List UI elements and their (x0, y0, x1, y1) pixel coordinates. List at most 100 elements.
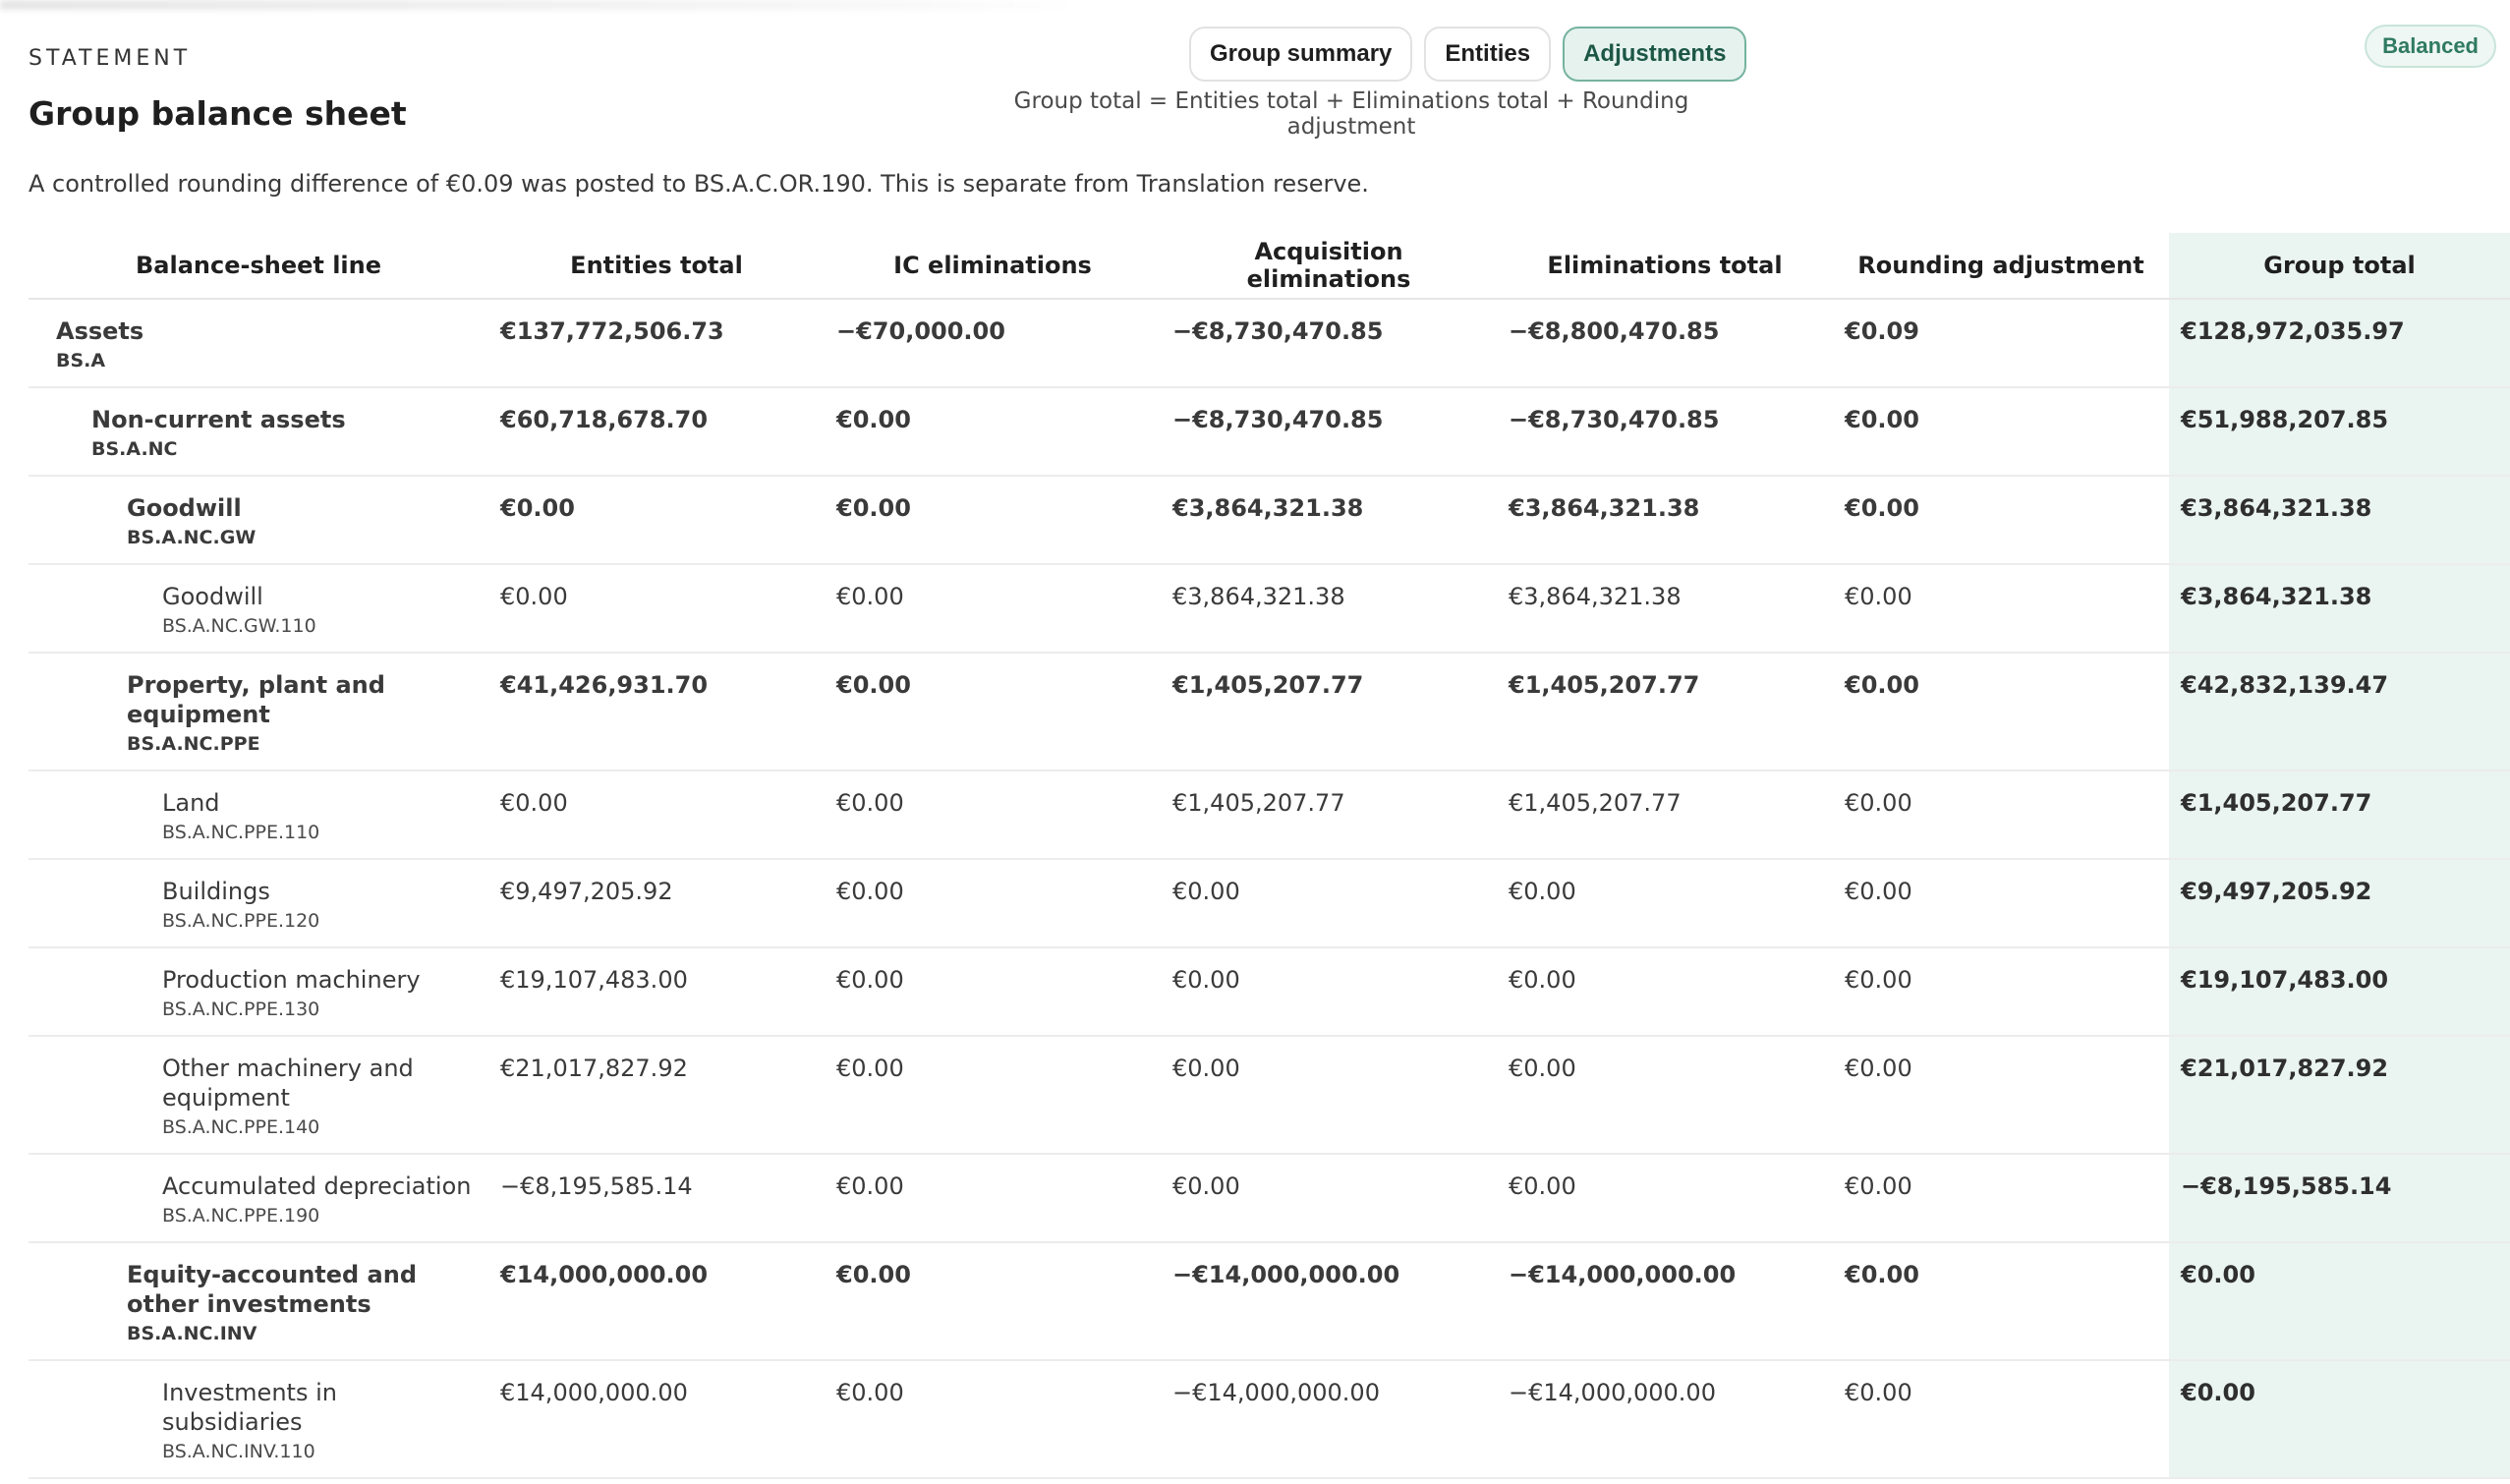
rounding-adjustment-cell: €0.00 (1833, 387, 2169, 477)
acquisition-eliminations-cell: €0.00 (1161, 1154, 1497, 1243)
rounding-note: A controlled rounding difference of €0.0… (29, 170, 1369, 198)
acquisition-eliminations-cell: €3,864,321.38 (1161, 476, 1497, 565)
col-header-ic-eliminations: IC eliminations (825, 233, 1161, 300)
entities-total-cell: €14,000,000.00 (488, 1360, 825, 1479)
rounding-adjustment-cell: €0.00 (1833, 1154, 2169, 1243)
rounding-adjustment-cell: €0.00 (1833, 1036, 2169, 1155)
col-header-rounding-adjustment: Rounding adjustment (1833, 233, 2169, 300)
tab-entities[interactable]: Entities (1424, 27, 1552, 82)
status-badge: Balanced (2365, 25, 2496, 68)
line-name: Goodwill (127, 494, 242, 522)
line-name: Property, plant and equipment (127, 671, 385, 728)
line-name: Buildings (162, 878, 270, 905)
line-label-cell: Land BS.A.NC.PPE.110 (29, 771, 488, 860)
line-label-cell: Goodwill BS.A.NC.GW.110 (29, 564, 488, 654)
entities-total-cell: €41,426,931.70 (488, 653, 825, 771)
eliminations-total-cell: €3,864,321.38 (1497, 476, 1833, 565)
rounding-adjustment-cell: €0.00 (1833, 859, 2169, 948)
eliminations-total-cell: −€8,800,470.85 (1497, 299, 1833, 388)
line-code: BS.A.NC.INV.110 (162, 1441, 315, 1462)
acquisition-eliminations-cell: −€8,730,470.85 (1161, 387, 1497, 477)
line-label-cell: Assets BS.A (29, 299, 488, 388)
group-total-cell: −€8,195,585.14 (2169, 1154, 2510, 1243)
ic-eliminations-cell: −€70,000.00 (825, 299, 1161, 388)
rounding-adjustment-cell: €0.09 (1833, 299, 2169, 388)
line-label-cell: Accumulated depreciation BS.A.NC.PPE.190 (29, 1154, 488, 1243)
table-row: Production machinery BS.A.NC.PPE.130 €19,1… (29, 947, 2510, 1037)
line-name: Goodwill (162, 583, 263, 610)
line-code: BS.A.NC.GW (127, 527, 257, 548)
line-code: BS.A (56, 350, 106, 371)
col-header-acquisition-eliminations: Acquisition eliminations (1161, 233, 1497, 300)
ic-eliminations-cell: €0.00 (825, 771, 1161, 860)
table-row: Other machinery and equipment BS.A.NC.PPE… (29, 1036, 2510, 1155)
table-row: Accumulated depreciation BS.A.NC.PPE.190 −… (29, 1154, 2510, 1243)
eliminations-total-cell: €1,405,207.77 (1497, 771, 1833, 860)
line-label-cell: Investments in subsidiaries BS.A.NC.INV.1… (29, 1360, 488, 1479)
line-label-cell: Buildings BS.A.NC.PPE.120 (29, 859, 488, 948)
line-code: BS.A.NC.GW.110 (162, 615, 316, 637)
group-total-cell: €9,497,205.92 (2169, 859, 2510, 948)
group-total-formula: Group total = Entities total + Eliminati… (1013, 88, 1689, 140)
line-name: Investments in subsidiaries (162, 1379, 337, 1436)
line-name: Other machinery and equipment (162, 1055, 414, 1112)
line-code: BS.A.NC.PPE.190 (162, 1205, 320, 1227)
rounding-adjustment-cell: €0.00 (1833, 653, 2169, 771)
group-total-cell: €21,017,827.92 (2169, 1036, 2510, 1155)
line-code: BS.A.NC.PPE (127, 733, 260, 755)
col-header-eliminations-total: Eliminations total (1497, 233, 1833, 300)
col-header-entities-total: Entities total (488, 233, 825, 300)
acquisition-eliminations-cell: €0.00 (1161, 1036, 1497, 1155)
entities-total-cell: €19,107,483.00 (488, 947, 825, 1037)
line-name: Non-current assets (91, 406, 346, 433)
ic-eliminations-cell: €0.00 (825, 476, 1161, 565)
eliminations-total-cell: €0.00 (1497, 1036, 1833, 1155)
line-name: Equity-accounted and other investments (127, 1261, 418, 1318)
ic-eliminations-cell: €0.00 (825, 947, 1161, 1037)
line-code: BS.A.NC.PPE.130 (162, 999, 320, 1020)
acquisition-eliminations-cell: €1,405,207.77 (1161, 653, 1497, 771)
entities-total-cell: €0.00 (488, 771, 825, 860)
table-row: Property, plant and equipment BS.A.NC.PPE… (29, 653, 2510, 771)
group-total-cell: €128,972,035.97 (2169, 299, 2510, 388)
eliminations-total-cell: €0.00 (1497, 859, 1833, 948)
group-total-cell: €42,832,139.47 (2169, 653, 2510, 771)
ic-eliminations-cell: €0.00 (825, 1036, 1161, 1155)
group-total-cell: €1,405,207.77 (2169, 771, 2510, 860)
rounding-adjustment-cell: €0.00 (1833, 1360, 2169, 1479)
line-code: BS.A.NC.INV (127, 1323, 257, 1344)
top-shadow (0, 0, 1081, 10)
col-header-line: Balance-sheet line (29, 233, 488, 300)
acquisition-eliminations-cell: −€8,730,470.85 (1161, 299, 1497, 388)
eliminations-total-cell: −€14,000,000.00 (1497, 1242, 1833, 1361)
acquisition-eliminations-cell: €0.00 (1161, 947, 1497, 1037)
ic-eliminations-cell: €0.00 (825, 1360, 1161, 1479)
table-row: Equity-accounted and other investments BS… (29, 1242, 2510, 1361)
group-total-cell: €0.00 (2169, 1360, 2510, 1479)
group-total-cell: €3,864,321.38 (2169, 476, 2510, 565)
acquisition-eliminations-cell: €1,405,207.77 (1161, 771, 1497, 860)
balance-sheet-table: Balance-sheet line Entities total IC eli… (29, 233, 2510, 1479)
tab-group-summary[interactable]: Group summary (1189, 27, 1413, 82)
entities-total-cell: €14,000,000.00 (488, 1242, 825, 1361)
section-eyebrow: STATEMENT (29, 46, 192, 71)
entities-total-cell: €137,772,506.73 (488, 299, 825, 388)
tab-adjustments[interactable]: Adjustments (1563, 27, 1747, 82)
table-row: Goodwill BS.A.NC.GW.110 €0.00 €0.00 €3,864,3… (29, 564, 2510, 654)
table-row: Goodwill BS.A.NC.GW €0.00 €0.00 €3,864,321.3… (29, 476, 2510, 565)
table-row: Investments in subsidiaries BS.A.NC.INV.1… (29, 1360, 2510, 1479)
line-code: BS.A.NC.PPE.120 (162, 910, 320, 932)
entities-total-cell: €60,718,678.70 (488, 387, 825, 477)
group-total-cell: €0.00 (2169, 1242, 2510, 1361)
ic-eliminations-cell: €0.00 (825, 387, 1161, 477)
rounding-adjustment-cell: €0.00 (1833, 771, 2169, 860)
ic-eliminations-cell: €0.00 (825, 1154, 1161, 1243)
line-label-cell: Non-current assets BS.A.NC (29, 387, 488, 477)
entities-total-cell: €0.00 (488, 476, 825, 565)
table-row: Buildings BS.A.NC.PPE.120 €9,497,205.92 €0.… (29, 859, 2510, 948)
eliminations-total-cell: €0.00 (1497, 1154, 1833, 1243)
line-label-cell: Property, plant and equipment BS.A.NC.PPE (29, 653, 488, 771)
ic-eliminations-cell: €0.00 (825, 564, 1161, 654)
group-total-cell: €19,107,483.00 (2169, 947, 2510, 1037)
eliminations-total-cell: €0.00 (1497, 947, 1833, 1037)
